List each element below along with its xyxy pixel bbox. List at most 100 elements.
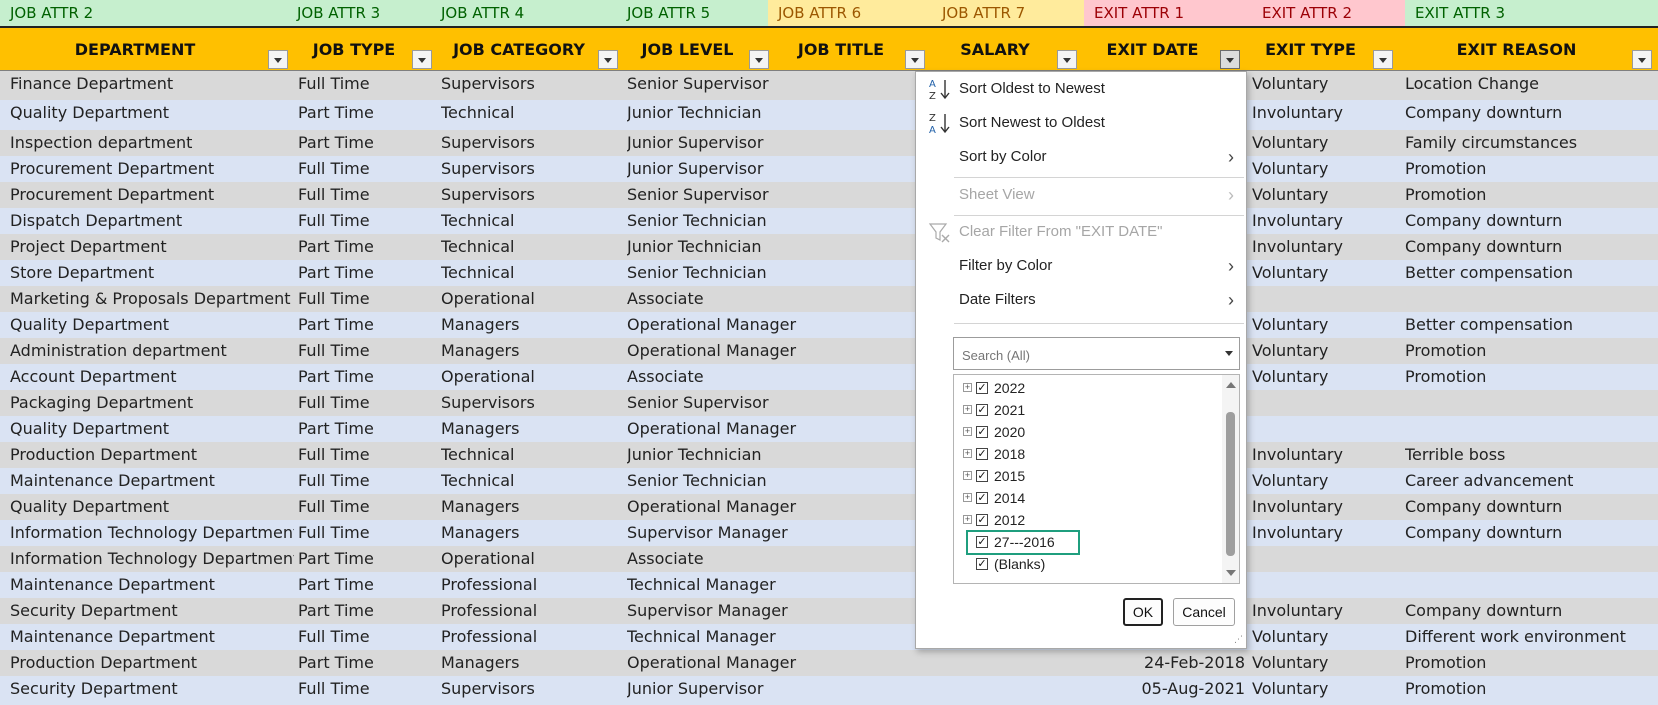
- table-cell[interactable]: Part Time: [298, 546, 438, 572]
- checkbox[interactable]: ✓: [976, 536, 988, 548]
- table-cell[interactable]: [1405, 416, 1658, 442]
- table-cell[interactable]: Part Time: [298, 260, 438, 286]
- table-cell[interactable]: Production Department: [10, 442, 294, 468]
- table-cell[interactable]: Operational Manager: [627, 312, 917, 338]
- table-cell[interactable]: Involuntary: [1252, 234, 1399, 260]
- table-cell[interactable]: Promotion: [1405, 364, 1658, 390]
- filter-search-input[interactable]: [960, 344, 1214, 366]
- table-cell[interactable]: Full Time: [298, 390, 438, 416]
- table-cell[interactable]: Voluntary: [1252, 130, 1399, 156]
- table-cell[interactable]: Operational: [441, 364, 624, 390]
- header-department[interactable]: DEPARTMENT: [0, 28, 294, 71]
- header-job-title[interactable]: JOB TITLE: [775, 28, 931, 71]
- table-cell[interactable]: Voluntary: [1252, 260, 1399, 286]
- checkbox[interactable]: ✓: [976, 448, 988, 460]
- expand-plus-icon[interactable]: +: [963, 493, 972, 502]
- table-cell[interactable]: Family circumstances: [1405, 130, 1658, 156]
- table-cell[interactable]: Procurement Department: [10, 156, 294, 182]
- table-cell[interactable]: Maintenance Department: [10, 468, 294, 494]
- table-cell[interactable]: Supervisors: [441, 130, 624, 156]
- expand-plus-icon[interactable]: +: [963, 383, 972, 392]
- table-cell[interactable]: Different work environment: [1405, 624, 1658, 650]
- attr-cell[interactable]: EXIT ATTR 1: [1084, 0, 1252, 26]
- table-cell[interactable]: Security Department: [10, 598, 294, 624]
- table-cell[interactable]: Technical: [441, 442, 624, 468]
- table-cell[interactable]: Promotion: [1405, 338, 1658, 364]
- table-cell[interactable]: Managers: [441, 520, 624, 546]
- filter-value-item[interactable]: + ✓ 2021: [954, 400, 1214, 421]
- table-cell[interactable]: Involuntary: [1252, 442, 1399, 468]
- table-cell[interactable]: Quality Department: [10, 312, 294, 338]
- table-cell[interactable]: Senior Supervisor: [627, 182, 917, 208]
- table-cell[interactable]: Information Technology Department: [10, 520, 294, 546]
- filter-dropdown-button[interactable]: [1632, 50, 1652, 69]
- table-cell[interactable]: Project Department: [10, 234, 294, 260]
- filter-value-item[interactable]: + ✓ 2014: [954, 488, 1214, 509]
- attr-cell[interactable]: EXIT ATTR 3: [1405, 0, 1658, 26]
- header-exit-date[interactable]: EXIT DATE: [1083, 28, 1246, 71]
- table-cell[interactable]: Involuntary: [1252, 598, 1399, 624]
- scroll-thumb[interactable]: [1226, 412, 1235, 556]
- expand-plus-icon[interactable]: +: [963, 449, 972, 458]
- attr-cell[interactable]: JOB ATTR 7: [932, 0, 1084, 26]
- table-cell[interactable]: Company downturn: [1405, 100, 1658, 126]
- table-cell[interactable]: Associate: [627, 364, 917, 390]
- table-cell[interactable]: Junior Technician: [627, 442, 917, 468]
- table-cell[interactable]: [1252, 286, 1399, 312]
- table-cell[interactable]: Full Time: [298, 338, 438, 364]
- header-job-level[interactable]: JOB LEVEL: [624, 28, 775, 71]
- filter-dropdown-button[interactable]: [905, 50, 925, 69]
- table-cell[interactable]: Senior Technician: [627, 260, 917, 286]
- checkbox[interactable]: ✓: [976, 404, 988, 416]
- table-cell[interactable]: Professional: [441, 624, 624, 650]
- table-cell[interactable]: Production Department: [10, 650, 294, 676]
- table-cell[interactable]: Maintenance Department: [10, 572, 294, 598]
- table-cell[interactable]: [1405, 546, 1658, 572]
- table-cell[interactable]: Senior Supervisor: [627, 71, 917, 97]
- table-cell[interactable]: [1405, 572, 1658, 598]
- checkbox[interactable]: ✓: [976, 558, 988, 570]
- table-cell[interactable]: Operational Manager: [627, 338, 917, 364]
- sort-by-color[interactable]: Sort by Color ›: [916, 140, 1246, 174]
- table-cell[interactable]: Supervisor Manager: [627, 520, 917, 546]
- resize-grip-icon[interactable]: ⋰: [1234, 634, 1243, 645]
- table-cell[interactable]: Operational Manager: [627, 494, 917, 520]
- table-cell[interactable]: Associate: [627, 546, 917, 572]
- table-cell[interactable]: Professional: [441, 598, 624, 624]
- table-cell[interactable]: Company downturn: [1405, 234, 1658, 260]
- table-cell[interactable]: Promotion: [1405, 182, 1658, 208]
- table-cell[interactable]: Technical: [441, 208, 624, 234]
- expand-plus-icon[interactable]: +: [963, 427, 972, 436]
- table-cell[interactable]: Company downturn: [1405, 520, 1658, 546]
- table-cell[interactable]: Senior Technician: [627, 208, 917, 234]
- table-cell[interactable]: Operational Manager: [627, 650, 917, 676]
- table-cell[interactable]: Account Department: [10, 364, 294, 390]
- table-cell[interactable]: Operational: [441, 286, 624, 312]
- ok-button[interactable]: OK: [1123, 598, 1163, 626]
- table-cell[interactable]: Senior Technician: [627, 468, 917, 494]
- filter-by-color[interactable]: Filter by Color ›: [916, 249, 1246, 283]
- table-cell[interactable]: Technical: [441, 260, 624, 286]
- table-cell[interactable]: Finance Department: [10, 71, 294, 97]
- table-cell[interactable]: [1405, 286, 1658, 312]
- header-job-category[interactable]: JOB CATEGORY: [438, 28, 624, 71]
- table-cell[interactable]: Full Time: [298, 208, 438, 234]
- table-cell[interactable]: Managers: [441, 338, 624, 364]
- table-cell[interactable]: Technical: [441, 100, 624, 126]
- table-cell[interactable]: Involuntary: [1252, 520, 1399, 546]
- table-cell[interactable]: Supervisors: [441, 676, 624, 702]
- table-cell[interactable]: Packaging Department: [10, 390, 294, 416]
- table-cell[interactable]: Operational Manager: [627, 416, 917, 442]
- checkbox[interactable]: ✓: [976, 514, 988, 526]
- table-cell[interactable]: Supervisors: [441, 182, 624, 208]
- attr-cell[interactable]: JOB ATTR 6: [768, 0, 932, 26]
- table-cell[interactable]: Promotion: [1405, 676, 1658, 702]
- table-cell[interactable]: Voluntary: [1252, 364, 1399, 390]
- table-cell[interactable]: Junior Technician: [627, 100, 917, 126]
- table-cell[interactable]: Operational: [441, 546, 624, 572]
- filter-dropdown-button[interactable]: [1057, 50, 1077, 69]
- filter-dropdown-button[interactable]: [412, 50, 432, 69]
- table-cell[interactable]: [1252, 572, 1399, 598]
- scroll-down-icon[interactable]: [1226, 570, 1236, 576]
- table-cell[interactable]: Part Time: [298, 100, 438, 126]
